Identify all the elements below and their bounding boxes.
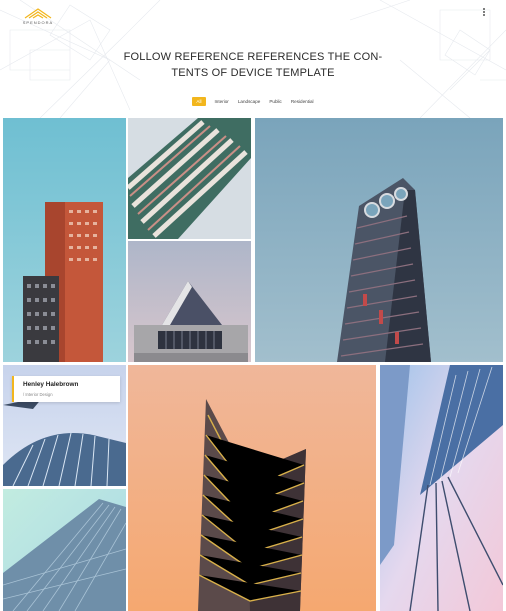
gallery-item-v-tower[interactable] bbox=[128, 365, 376, 611]
brand-name: SPENDORA bbox=[22, 20, 54, 25]
project-title: Henley Halebrown bbox=[23, 381, 79, 388]
gallery-item-crown-tower[interactable] bbox=[255, 118, 503, 362]
project-caption-card[interactable]: Henley Halebrown / Interior Design bbox=[12, 376, 120, 402]
page-title-line1: FOLLOW REFERENCE REFERENCES THE CON- bbox=[123, 51, 383, 63]
filter-public[interactable]: Public bbox=[269, 99, 282, 104]
kebab-menu-icon[interactable] bbox=[479, 6, 489, 18]
page-title: FOLLOW REFERENCE REFERENCES THE CON- TEN… bbox=[103, 49, 403, 81]
bridge-image bbox=[380, 365, 503, 611]
gallery-item-red-tower[interactable] bbox=[3, 118, 126, 362]
filter-all[interactable]: All bbox=[192, 96, 206, 106]
crown-tower-image bbox=[255, 118, 503, 362]
page-title-line2: TENTS OF DEVICE TEMPLATE bbox=[171, 67, 335, 79]
gallery-item-balconies[interactable] bbox=[128, 118, 251, 239]
red-tower-image bbox=[3, 118, 126, 362]
filter-residential[interactable]: Residential bbox=[291, 99, 314, 104]
filter-interior[interactable]: Interior bbox=[215, 99, 229, 104]
gallery-item-glass-facade[interactable] bbox=[3, 489, 126, 611]
v-tower-image bbox=[128, 365, 376, 611]
gallery-item-bridge[interactable] bbox=[380, 365, 503, 611]
balconies-image bbox=[128, 118, 251, 239]
gallery-item-angular-building[interactable] bbox=[128, 241, 251, 362]
roof-logo-icon bbox=[24, 8, 52, 19]
angular-building-image bbox=[128, 241, 251, 362]
project-category: / Interior Design bbox=[23, 392, 53, 397]
glass-facade-image bbox=[3, 489, 126, 611]
site-header: SPENDORA FOLLOW REFERENCE REFERENCES THE… bbox=[0, 0, 506, 118]
brand-logo[interactable]: SPENDORA bbox=[21, 8, 61, 25]
filter-landscape[interactable]: Landscape bbox=[238, 99, 260, 104]
portfolio-filters: All Interior Landscape Public Residentia… bbox=[0, 96, 506, 106]
